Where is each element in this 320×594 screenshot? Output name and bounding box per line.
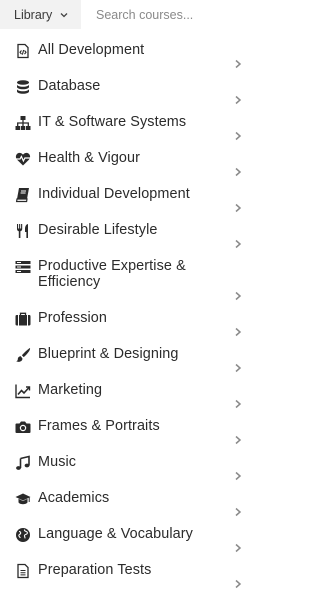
category-item[interactable]: Profession bbox=[0, 302, 257, 338]
music-icon bbox=[14, 454, 32, 472]
category-label: Music bbox=[38, 454, 77, 470]
list-icon bbox=[14, 258, 32, 276]
chevron-right-icon bbox=[233, 324, 243, 337]
category-label: Profession bbox=[38, 310, 107, 326]
category-item[interactable]: Desirable Lifestyle bbox=[0, 214, 257, 250]
heartbeat-icon bbox=[14, 150, 32, 168]
category-label: Academics bbox=[38, 490, 110, 506]
book-icon bbox=[14, 186, 32, 204]
category-item[interactable]: Health & Vigour bbox=[0, 142, 257, 178]
top-bar: Library bbox=[0, 0, 257, 29]
utensils-icon bbox=[14, 222, 32, 240]
category-item[interactable]: Database bbox=[0, 70, 257, 106]
category-item[interactable]: Marketing bbox=[0, 374, 257, 410]
briefcase-icon bbox=[14, 310, 32, 328]
category-label: Database bbox=[38, 78, 101, 94]
category-label: IT & Software Systems bbox=[38, 114, 187, 130]
category-label: All Development bbox=[38, 42, 145, 58]
category-item[interactable]: Music bbox=[0, 446, 257, 482]
graduation-cap-icon bbox=[14, 490, 32, 508]
database-icon bbox=[14, 78, 32, 96]
category-item[interactable]: Individual Development bbox=[0, 178, 257, 214]
category-label: Blueprint & Designing bbox=[38, 346, 179, 362]
chevron-right-icon bbox=[233, 200, 243, 213]
chevron-right-icon bbox=[233, 56, 243, 69]
category-label: Language & Vocabulary bbox=[38, 526, 193, 542]
chevron-right-icon bbox=[233, 576, 243, 589]
category-label: Preparation Tests bbox=[38, 562, 152, 578]
chevron-right-icon bbox=[233, 504, 243, 517]
category-item[interactable]: Preparation Tests bbox=[0, 554, 257, 590]
category-label: Health & Vigour bbox=[38, 150, 141, 166]
chevron-right-icon bbox=[233, 432, 243, 445]
chevron-right-icon bbox=[233, 360, 243, 373]
category-label: Desirable Lifestyle bbox=[38, 222, 158, 238]
category-item[interactable]: Language & Vocabulary bbox=[0, 518, 257, 554]
camera-icon bbox=[14, 418, 32, 436]
chevron-right-icon bbox=[233, 468, 243, 481]
category-item[interactable]: Academics bbox=[0, 482, 257, 518]
category-label: Individual Development bbox=[38, 186, 190, 202]
category-item[interactable]: Blueprint & Designing bbox=[0, 338, 257, 374]
category-menu: All Development Database IT & Software S… bbox=[0, 34, 257, 590]
category-item[interactable]: Frames & Portraits bbox=[0, 410, 257, 446]
chevron-right-icon bbox=[233, 92, 243, 105]
search-input[interactable] bbox=[81, 0, 257, 29]
document-icon bbox=[14, 562, 32, 580]
category-label: Frames & Portraits bbox=[38, 418, 160, 434]
chevron-right-icon bbox=[233, 128, 243, 141]
category-item[interactable]: Productive Expertise & Efficiency bbox=[0, 250, 257, 302]
category-label: Marketing bbox=[38, 382, 103, 398]
category-label: Productive Expertise & Efficiency bbox=[38, 258, 186, 290]
paintbrush-icon bbox=[14, 346, 32, 364]
code-file-icon bbox=[14, 42, 32, 60]
chevron-right-icon bbox=[233, 236, 243, 249]
sitemap-icon bbox=[14, 114, 32, 132]
line-chart-icon bbox=[14, 382, 32, 400]
category-item[interactable]: All Development bbox=[0, 34, 257, 70]
globe-icon bbox=[14, 526, 32, 544]
chevron-right-icon bbox=[233, 540, 243, 553]
library-dropdown[interactable]: Library bbox=[0, 0, 81, 29]
chevron-right-icon bbox=[233, 288, 243, 301]
category-item[interactable]: IT & Software Systems bbox=[0, 106, 257, 142]
chevron-down-icon bbox=[59, 10, 69, 20]
library-dropdown-label: Library bbox=[14, 7, 53, 22]
chevron-right-icon bbox=[233, 396, 243, 409]
chevron-right-icon bbox=[233, 164, 243, 177]
